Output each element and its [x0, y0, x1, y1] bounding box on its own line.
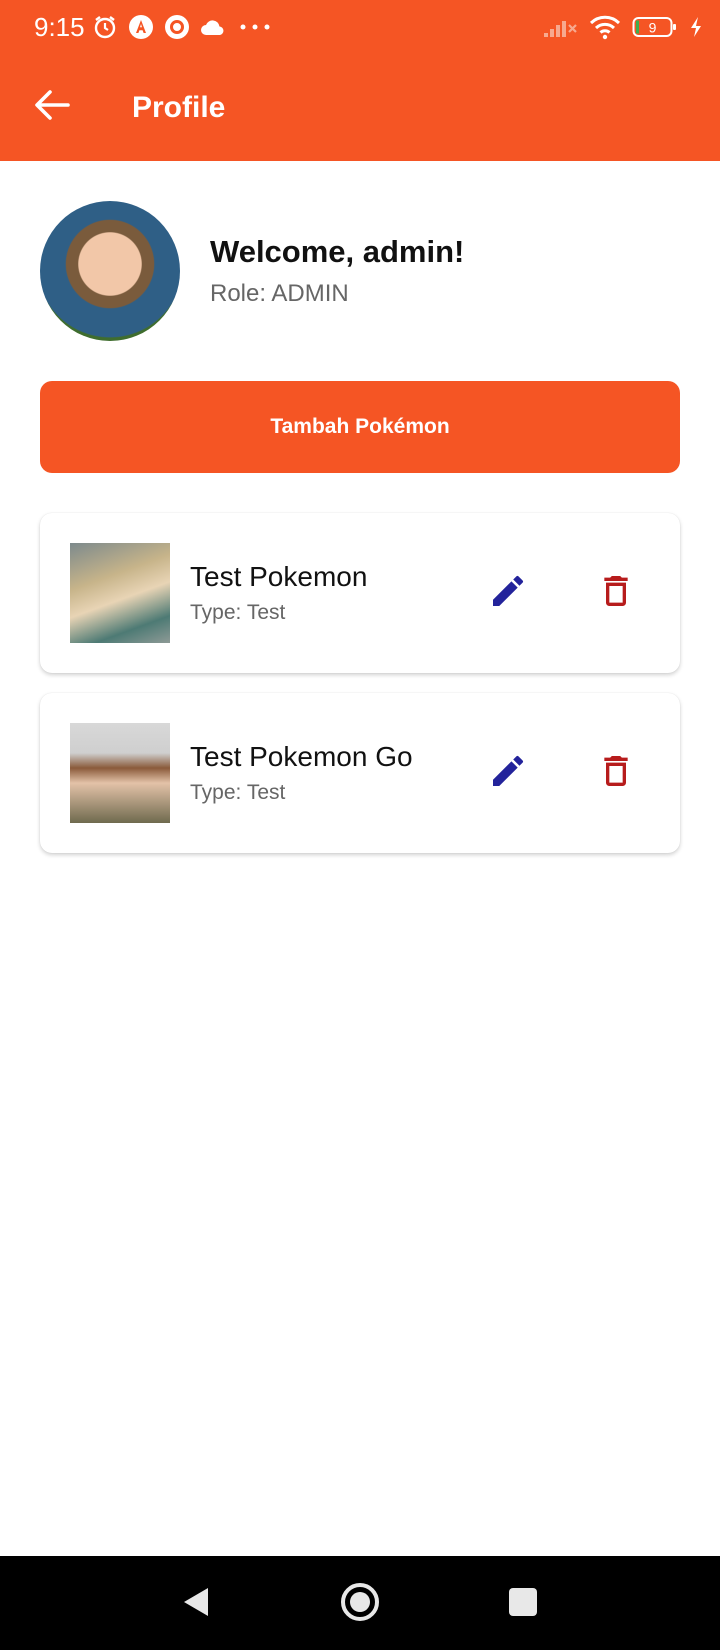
- avatar: [40, 201, 180, 341]
- cloud-icon: [199, 13, 227, 41]
- battery-icon: 9: [632, 13, 678, 41]
- pokemon-info: Test Pokemon Go Type: Test: [190, 741, 480, 805]
- delete-button[interactable]: [586, 743, 646, 803]
- pokemon-name: Test Pokemon: [190, 561, 368, 592]
- back-button[interactable]: [24, 80, 80, 136]
- pencil-icon: [488, 571, 528, 616]
- role-text: Role: ADMIN: [210, 280, 349, 307]
- back-triangle-icon: [181, 1585, 211, 1624]
- nav-back-button[interactable]: [168, 1576, 224, 1632]
- nav-recents-button[interactable]: [495, 1576, 551, 1632]
- pokemon-thumbnail: [70, 543, 170, 643]
- pokemon-type: Type: Test: [190, 601, 286, 624]
- trash-icon: [596, 571, 636, 616]
- status-time: 9:15: [34, 11, 85, 42]
- page-title: Profile: [132, 90, 226, 124]
- status-icons-left: [91, 13, 275, 41]
- more-dots-icon: [235, 13, 275, 41]
- pokemon-type: Type: Test: [190, 781, 286, 804]
- profile-text: Welcome, admin! Role: ADMIN: [210, 234, 464, 308]
- pokemon-thumbnail: [70, 723, 170, 823]
- alarm-icon: [91, 13, 119, 41]
- pokemon-info: Test Pokemon Type: Test: [190, 561, 480, 625]
- welcome-text: Welcome, admin!: [210, 234, 465, 269]
- app-bar: 9:15 9 Profile: [0, 0, 720, 161]
- delete-button[interactable]: [586, 563, 646, 623]
- edit-button[interactable]: [478, 743, 538, 803]
- svg-text:9: 9: [649, 20, 657, 36]
- radar-app-icon: [163, 13, 191, 41]
- recents-square-icon: [508, 1587, 538, 1622]
- edit-button[interactable]: [478, 563, 538, 623]
- status-icons-right: 9: [542, 13, 704, 41]
- home-circle-icon: [339, 1581, 381, 1628]
- pencil-icon: [488, 751, 528, 796]
- pokemon-name: Test Pokemon Go: [190, 741, 413, 772]
- nav-home-button[interactable]: [332, 1576, 388, 1632]
- arrow-left-icon: [34, 89, 70, 126]
- toolbar: Profile: [0, 54, 720, 161]
- add-pokemon-button[interactable]: Tambah Pokémon: [40, 381, 680, 473]
- system-nav-bar: [0, 1556, 720, 1650]
- pokemon-list: Test Pokemon Type: Test Test Pokemon Go …: [40, 513, 680, 873]
- profile-header: Welcome, admin! Role: ADMIN: [40, 201, 680, 341]
- charging-icon: [688, 13, 704, 41]
- pokemon-card[interactable]: Test Pokemon Go Type: Test: [40, 693, 680, 853]
- signal-off-icon: [542, 13, 578, 41]
- angular-app-icon: [127, 13, 155, 41]
- status-bar: 9:15 9: [0, 0, 720, 54]
- wifi-icon: [588, 13, 622, 41]
- trash-icon: [596, 751, 636, 796]
- pokemon-card[interactable]: Test Pokemon Type: Test: [40, 513, 680, 673]
